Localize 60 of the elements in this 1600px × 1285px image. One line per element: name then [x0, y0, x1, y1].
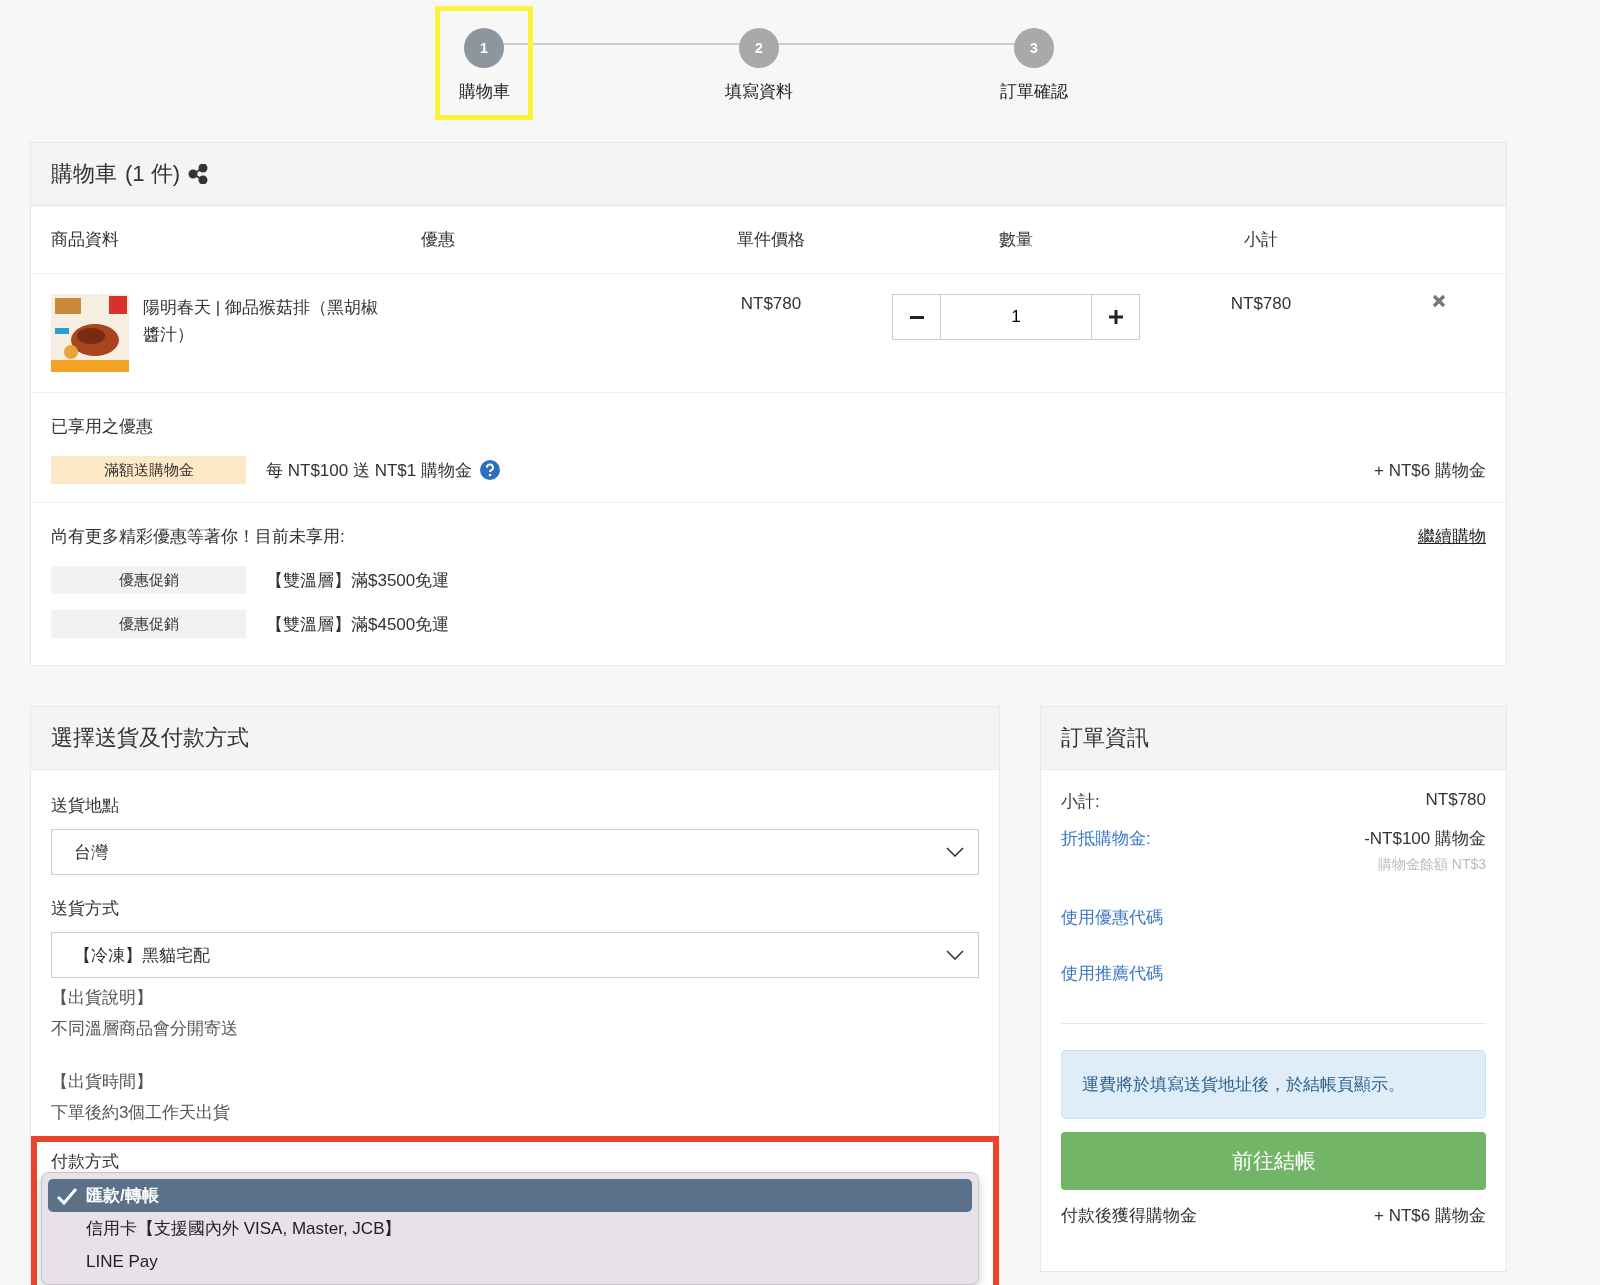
summary-label: 小計:	[1061, 791, 1100, 813]
section-title: 已享用之優惠	[51, 416, 154, 438]
column-header: 優惠	[421, 229, 456, 251]
section-title: 選擇送貨及付款方式	[51, 724, 249, 752]
summary-value: NT$780	[1425, 790, 1486, 810]
code-link[interactable]: 使用優惠代碼	[1061, 906, 1163, 929]
note-text: 下單後約3個工作天出貨	[51, 1102, 232, 1124]
step-label: 購物車	[458, 81, 510, 103]
remove-icon[interactable]	[1432, 294, 1446, 308]
column-header: 商品資料	[51, 229, 120, 251]
step-number: 1	[464, 28, 504, 68]
promo-text: 【雙溫層】滿$3500免運	[266, 569, 450, 592]
column-header: 數量	[998, 229, 1034, 251]
code-link[interactable]: 使用推薦代碼	[1061, 962, 1163, 985]
note-heading: 【出貨時間】	[51, 1071, 154, 1093]
promo-reward: + NT$6 購物金	[1374, 459, 1486, 482]
column-header: 單件價格	[736, 229, 806, 251]
chevron-down-icon	[946, 847, 964, 857]
promo-text: 每 NT$100 送 NT$1 購物金	[266, 459, 472, 482]
subtotal: NT$780	[1229, 294, 1293, 314]
reward-label: 付款後獲得購物金	[1061, 1205, 1197, 1227]
step-number: 2	[739, 28, 779, 68]
promo-tag: 優惠促銷	[51, 566, 246, 594]
help-icon[interactable]	[479, 460, 500, 480]
menu-option[interactable]: 信用卡【支援國內外 VISA, Master, JCB】	[48, 1212, 972, 1245]
step-label: 訂單確認	[1000, 81, 1068, 103]
promo-tag: 滿額送購物金	[51, 456, 246, 484]
promo-tag: 優惠促銷	[51, 610, 246, 638]
plus-icon	[1108, 310, 1123, 324]
reward-value: + NT$6 購物金	[1374, 1205, 1486, 1227]
dropdown-field[interactable]: 【冷凍】黑貓宅配	[51, 932, 979, 978]
summary-link[interactable]: 折抵購物金:	[1061, 827, 1151, 850]
note-text: 不同溫層商品會分開寄送	[51, 1018, 239, 1040]
column-header: 小計	[1243, 229, 1279, 251]
quantity-stepper[interactable]: 1	[892, 294, 1140, 340]
chevron-down-icon	[946, 950, 964, 960]
section-title: 尚有更多精彩優惠等著你！目前未享用:	[51, 526, 345, 548]
menu-option[interactable]: 匯款/轉帳	[48, 1179, 972, 1212]
field-label: 付款方式	[51, 1152, 119, 1171]
field-label: 送貨地點	[51, 795, 120, 817]
step-number: 3	[1014, 28, 1054, 68]
menu-option[interactable]: LINE Pay	[48, 1245, 972, 1278]
minus-icon	[909, 315, 924, 319]
check-icon	[56, 1186, 78, 1205]
summary-value: -NT$100 購物金	[1364, 828, 1486, 850]
field-label: 送貨方式	[51, 898, 120, 920]
item-count: (1 件)	[125, 160, 180, 188]
balance-note: 購物金餘額 NT$3	[1377, 856, 1486, 874]
promo-text: 【雙溫層】滿$4500免運	[266, 613, 450, 636]
section-title: 訂單資訊	[1061, 724, 1149, 752]
product-name[interactable]: 陽明春天 | 御品猴菇排（黑胡椒醬汁）	[143, 294, 383, 372]
dropdown-field[interactable]: 台灣	[51, 829, 979, 875]
cart-title: 購物車	[51, 160, 117, 188]
step-label: 填寫資料	[725, 81, 793, 103]
continue-shopping-link[interactable]: 繼續購物	[1418, 525, 1486, 548]
quantity-field[interactable]: 1	[940, 295, 1092, 339]
unit-price: NT$780	[739, 294, 803, 314]
shipping-notice: 運費將於填寫送貨地址後，於結帳頁顯示。	[1061, 1050, 1486, 1119]
note-heading: 【出貨說明】	[51, 987, 154, 1009]
share-icon[interactable]	[188, 164, 208, 184]
